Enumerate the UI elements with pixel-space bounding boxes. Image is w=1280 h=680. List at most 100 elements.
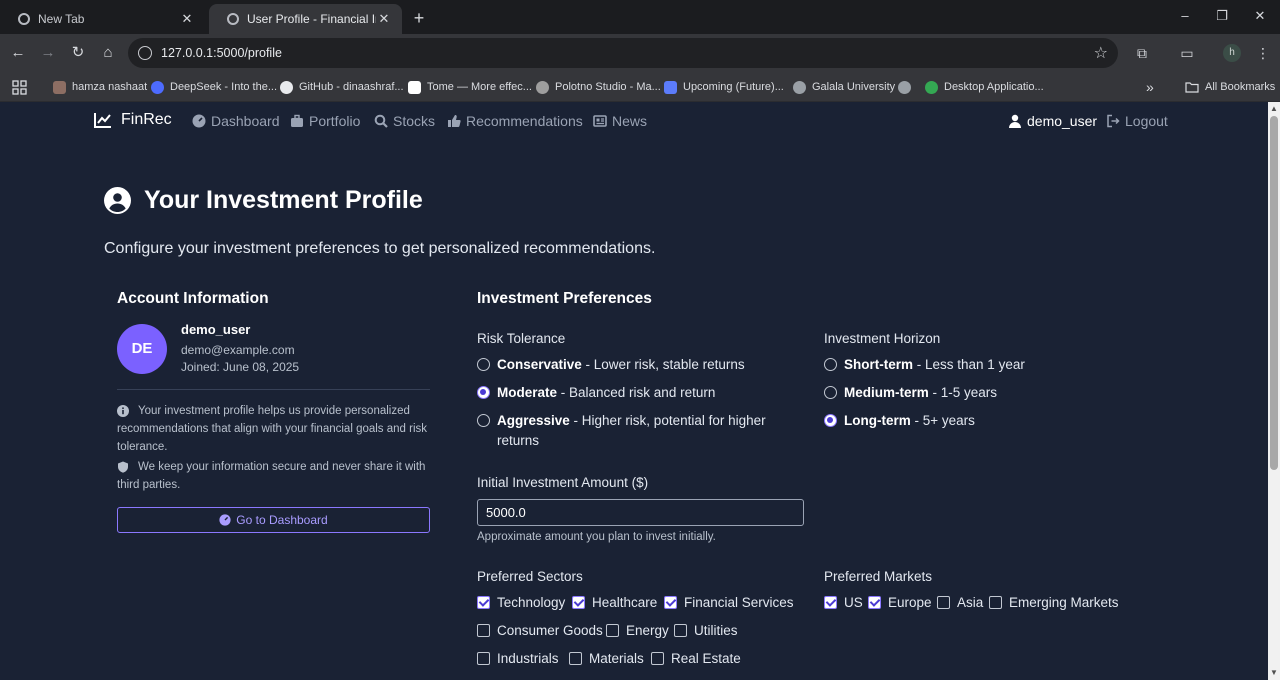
tab-search-icon[interactable]: ▭ bbox=[1177, 43, 1197, 63]
radio-conservative[interactable]: Conservative - Lower risk, stable return… bbox=[477, 355, 807, 375]
initial-amount-input[interactable] bbox=[477, 499, 804, 526]
nav-user[interactable]: demo_user bbox=[1008, 113, 1097, 129]
checkbox-europe[interactable]: Europe bbox=[868, 595, 932, 610]
go-to-dashboard-button[interactable]: Go to Dashboard bbox=[117, 507, 430, 533]
info-circle-icon bbox=[117, 405, 129, 417]
nav-portfolio[interactable]: Portfolio bbox=[290, 113, 360, 129]
checkbox-checked[interactable] bbox=[477, 596, 490, 609]
close-tab-icon[interactable]: ✕ bbox=[376, 11, 392, 27]
radio-circle[interactable] bbox=[824, 386, 837, 399]
checkbox-emerging-markets[interactable]: Emerging Markets bbox=[989, 595, 1119, 610]
nav-username: demo_user bbox=[1027, 113, 1098, 129]
checkbox-checked[interactable] bbox=[572, 596, 585, 609]
all-bookmarks-folder[interactable]: All Bookmarks bbox=[1185, 78, 1275, 96]
address-bar[interactable]: 127.0.0.1:5000/profile ☆ bbox=[128, 38, 1118, 68]
bookmark-item[interactable]: Polotno Studio - Ma... bbox=[536, 78, 661, 96]
checkbox-consumer-goods[interactable]: Consumer Goods bbox=[477, 623, 603, 638]
checkbox-materials[interactable]: Materials bbox=[569, 651, 644, 666]
radio-circle-selected[interactable] bbox=[824, 414, 837, 427]
restore-icon[interactable]: ❐ bbox=[1215, 8, 1229, 24]
user-icon bbox=[1009, 114, 1021, 128]
bookmark-item[interactable]: Galala University bbox=[793, 78, 895, 96]
checkbox-industrials[interactable]: Industrials bbox=[477, 651, 559, 666]
back-icon[interactable]: ← bbox=[8, 43, 28, 63]
investment-preferences-title: Investment Preferences bbox=[477, 290, 652, 307]
button-label: Go to Dashboard bbox=[236, 513, 328, 527]
site-info-icon[interactable] bbox=[138, 46, 152, 60]
nav-news[interactable]: News bbox=[593, 113, 647, 129]
checkbox[interactable] bbox=[674, 624, 687, 637]
new-tab-icon[interactable]: + bbox=[410, 8, 428, 29]
bookmark-item[interactable]: DeepSeek - Into the... bbox=[151, 78, 277, 96]
checkbox[interactable] bbox=[651, 652, 664, 665]
checkbox-utilities[interactable]: Utilities bbox=[674, 623, 738, 638]
radio-circle[interactable] bbox=[824, 358, 837, 371]
checkbox-checked[interactable] bbox=[664, 596, 677, 609]
scrollbar-thumb[interactable] bbox=[1270, 116, 1278, 470]
checkbox[interactable] bbox=[477, 652, 490, 665]
github-icon bbox=[280, 80, 293, 94]
checkbox-us[interactable]: US bbox=[824, 595, 863, 610]
checkbox[interactable] bbox=[989, 596, 1002, 609]
checkbox-label: Energy bbox=[626, 623, 669, 638]
forward-icon[interactable]: → bbox=[38, 43, 58, 63]
checkbox-checked[interactable] bbox=[868, 596, 881, 609]
tab-new-tab[interactable]: New Tab ✕ bbox=[0, 4, 205, 34]
close-window-icon[interactable]: ✕ bbox=[1253, 8, 1267, 24]
tab-user-profile[interactable]: User Profile - Financial Investment ✕ bbox=[209, 4, 402, 34]
more-bookmarks-icon[interactable]: » bbox=[1146, 78, 1154, 96]
checkbox[interactable] bbox=[937, 596, 950, 609]
reload-icon[interactable]: ↻ bbox=[68, 43, 88, 63]
profile-avatar[interactable]: h bbox=[1223, 44, 1241, 62]
account-joined-date: Joined: June 08, 2025 bbox=[181, 360, 300, 374]
checkbox[interactable] bbox=[477, 624, 490, 637]
radio-medium-term[interactable]: Medium-term - 1-5 years bbox=[824, 383, 997, 403]
nav-dashboard[interactable]: Dashboard bbox=[192, 113, 280, 129]
checkbox-asia[interactable]: Asia bbox=[937, 595, 983, 610]
tab-title: User Profile - Financial Investment bbox=[247, 12, 376, 26]
checkbox-label: Utilities bbox=[694, 623, 738, 638]
checkbox-checked[interactable] bbox=[824, 596, 837, 609]
nav-logout[interactable]: Logout bbox=[1106, 113, 1168, 129]
radio-circle[interactable] bbox=[477, 358, 490, 371]
home-icon[interactable]: ⌂ bbox=[98, 43, 118, 63]
checkbox[interactable] bbox=[606, 624, 619, 637]
bookmark-star-icon[interactable]: ☆ bbox=[1094, 43, 1108, 63]
checkbox[interactable] bbox=[569, 652, 582, 665]
nav-stocks[interactable]: Stocks bbox=[374, 113, 435, 129]
bookmark-item[interactable]: Upcoming (Future)... bbox=[664, 78, 784, 96]
logout-icon bbox=[1107, 114, 1120, 128]
checkbox-energy[interactable]: Energy bbox=[606, 623, 669, 638]
url-text[interactable]: 127.0.0.1:5000/profile bbox=[161, 46, 282, 60]
bookmark-item[interactable]: hamza nashaat bbox=[53, 78, 147, 96]
menu-icon[interactable]: ⋮ bbox=[1253, 43, 1273, 63]
upcoming-icon bbox=[664, 80, 677, 94]
brand-link[interactable]: FinRec bbox=[94, 111, 172, 129]
bookmark-item[interactable]: GitHub - dinaashraf... bbox=[280, 78, 404, 96]
scroll-up-icon[interactable]: ▲ bbox=[1270, 104, 1278, 113]
checkbox-healthcare[interactable]: Healthcare bbox=[572, 595, 657, 610]
close-tab-icon[interactable]: ✕ bbox=[179, 11, 195, 27]
checkbox-financial-services[interactable]: Financial Services bbox=[664, 595, 794, 610]
radio-circle-selected[interactable] bbox=[477, 386, 490, 399]
checkbox-technology[interactable]: Technology bbox=[477, 595, 565, 610]
folder-icon bbox=[1185, 82, 1199, 93]
page-scrollbar[interactable]: ▲ ▼ bbox=[1268, 102, 1280, 680]
scroll-down-icon[interactable]: ▼ bbox=[1270, 668, 1278, 677]
radio-long-term[interactable]: Long-term - 5+ years bbox=[824, 411, 975, 431]
radio-moderate[interactable]: Moderate - Balanced risk and return bbox=[477, 383, 807, 403]
radio-circle[interactable] bbox=[477, 414, 490, 427]
bookmark-item[interactable] bbox=[898, 78, 917, 96]
page-heading: Your Investment Profile bbox=[104, 186, 423, 215]
checkbox-label: US bbox=[844, 595, 863, 610]
bookmark-item[interactable]: Desktop Applicatio... bbox=[925, 78, 1044, 96]
radio-short-term[interactable]: Short-term - Less than 1 year bbox=[824, 355, 1025, 375]
radio-aggressive[interactable]: Aggressive - Higher risk, potential for … bbox=[477, 411, 787, 451]
minimize-icon[interactable]: – bbox=[1178, 8, 1192, 23]
checkbox-real-estate[interactable]: Real Estate bbox=[651, 651, 741, 666]
checkbox-label: Technology bbox=[497, 595, 566, 610]
bookmark-item[interactable]: Tome — More effec... bbox=[408, 78, 532, 96]
extensions-icon[interactable]: ⧉ bbox=[1132, 43, 1152, 63]
apps-icon[interactable] bbox=[12, 78, 27, 96]
nav-recommendations[interactable]: Recommendations bbox=[447, 113, 583, 129]
